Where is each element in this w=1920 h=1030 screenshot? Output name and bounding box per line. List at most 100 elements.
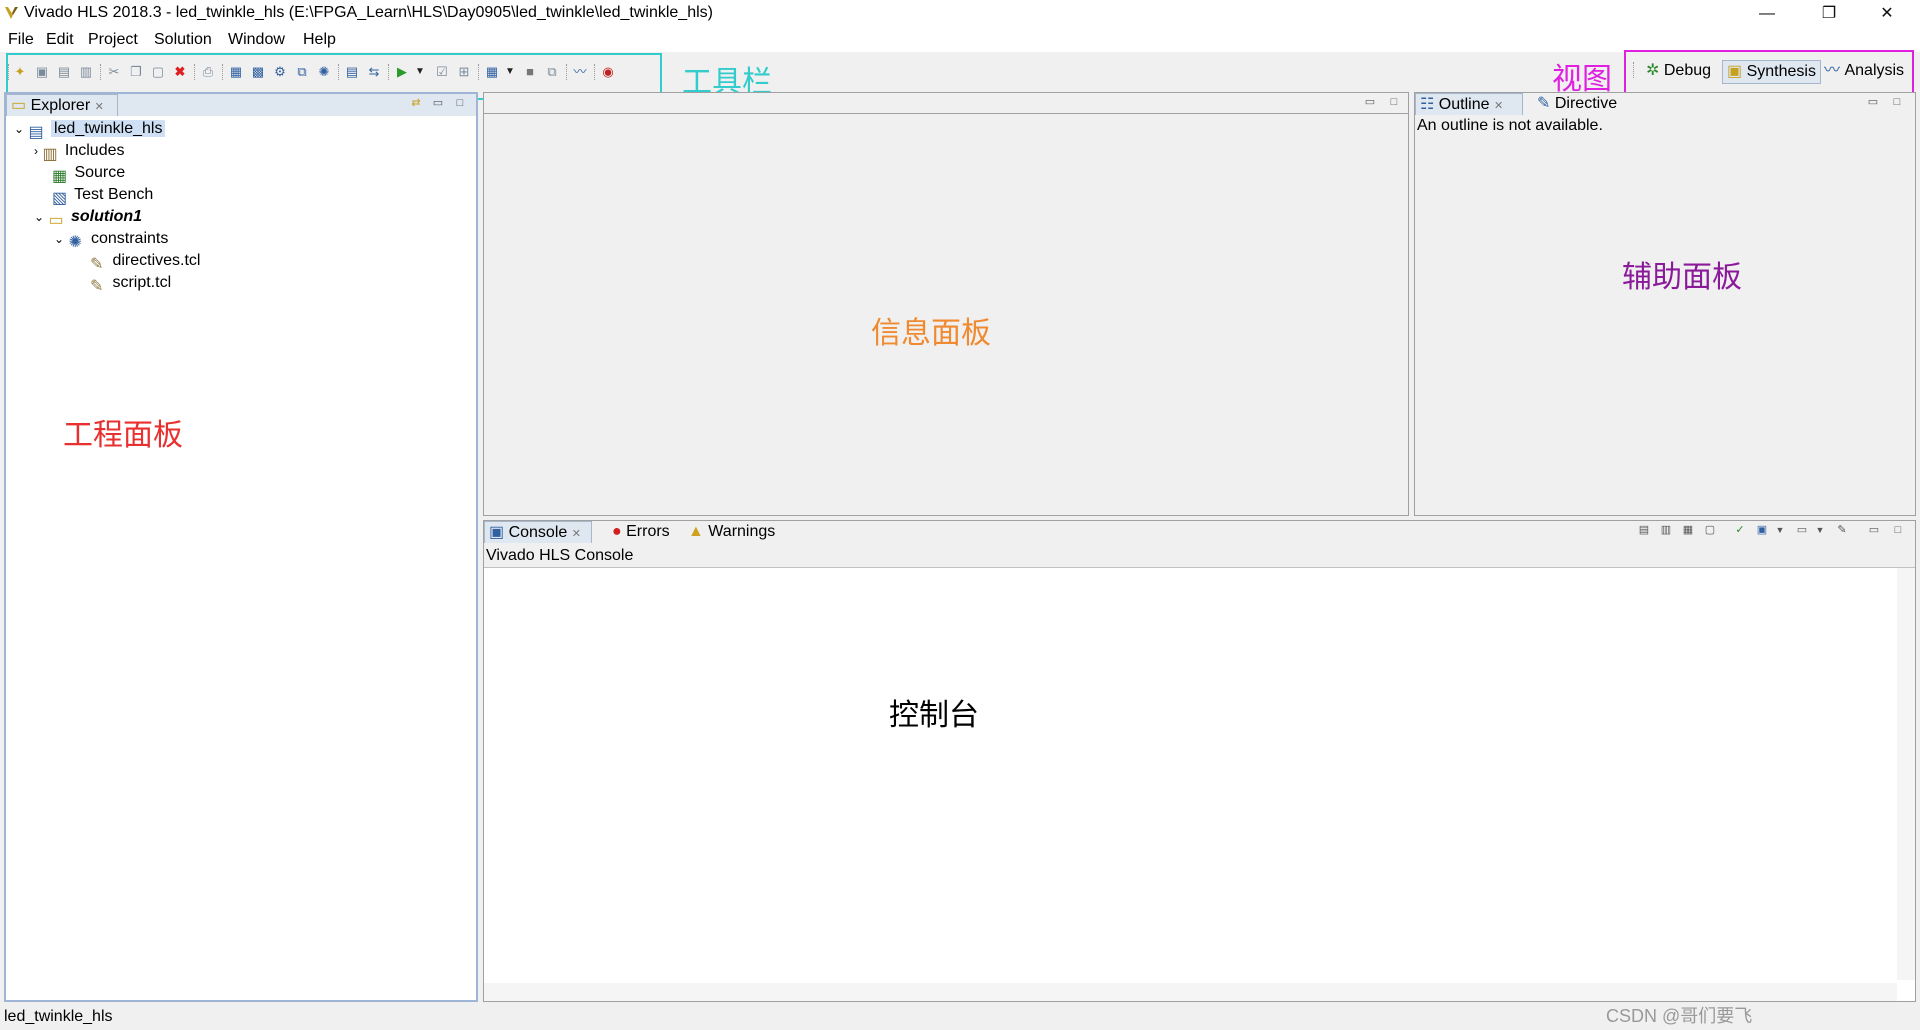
console-header: Vivado HLS Console <box>486 547 634 564</box>
outline-panel: ☷ Outline ✕ ✎ Directive ▭ □ An outline i… <box>1414 92 1916 516</box>
tab-outline[interactable]: ☷ Outline ✕ <box>1415 93 1523 115</box>
menu-file[interactable]: File <box>8 31 34 49</box>
minimize-panel-icon[interactable]: ▭ <box>1868 525 1880 536</box>
scroll-lock-icon[interactable]: ▥ <box>1660 525 1672 536</box>
status-bar: led_twinkle_hls CSDN @哥们要飞 <box>0 1006 1920 1030</box>
open-console-icon[interactable]: ▭ <box>1796 525 1808 536</box>
maximize-panel-icon[interactable]: □ <box>1891 97 1903 108</box>
warning-icon: ▲ <box>688 523 704 540</box>
outline-icon: ☷ <box>1420 96 1435 113</box>
perspective-synthesis-button[interactable]: ▣ Synthesis <box>1722 60 1821 84</box>
constraints-icon: ✺ <box>68 233 82 251</box>
info-annotation-label: 信息面板 <box>871 317 991 350</box>
tab-console-label: Console <box>508 524 568 541</box>
folder-icon: ▭ <box>11 97 27 114</box>
menu-help[interactable]: Help <box>303 31 336 49</box>
menu-project[interactable]: Project <box>88 31 138 49</box>
menu-solution[interactable]: Solution <box>154 31 212 49</box>
clear-console-icon[interactable]: ▤ <box>1638 525 1650 536</box>
vivado-logo-icon <box>5 7 18 19</box>
tab-close-icon[interactable]: ✕ <box>1494 100 1503 112</box>
pin-console-icon[interactable]: ✓ <box>1734 525 1746 536</box>
perspective-synthesis-label: Synthesis <box>1746 63 1816 80</box>
tree-row-source[interactable]: ▦ Source <box>52 162 126 185</box>
info-panel: ▭ □ <box>483 92 1409 516</box>
word-wrap-icon[interactable]: ▦ <box>1682 525 1694 536</box>
collapse-icon[interactable]: ⌄ <box>14 122 24 136</box>
tree-row-includes[interactable]: › ▥ Includes <box>34 140 125 163</box>
perspective-debug-button[interactable]: ✲ Debug <box>1642 60 1715 84</box>
tree-solution-label: solution1 <box>70 208 143 225</box>
tree-directives-label: directives.tcl <box>112 252 201 269</box>
tab-explorer-label: Explorer <box>30 97 91 114</box>
includes-icon: ▥ <box>42 145 58 163</box>
console-output[interactable] <box>484 567 1915 1001</box>
tree-row-directives[interactable]: ✎ directives.tcl <box>90 250 201 273</box>
minimize-panel-icon[interactable]: ▭ <box>1364 97 1376 108</box>
maximize-panel-icon[interactable]: □ <box>1892 525 1904 536</box>
menu-bar: File Edit Project Solution Window Help <box>0 28 1920 52</box>
menu-edit[interactable]: Edit <box>46 31 74 49</box>
source-folder-icon: ▦ <box>52 167 68 185</box>
tcl-file-icon: ✎ <box>90 277 104 295</box>
collapse-icon[interactable]: ⌄ <box>34 210 44 224</box>
maximize-panel-icon[interactable]: □ <box>1388 97 1400 108</box>
sync-icon[interactable]: ⇄ <box>410 98 422 109</box>
tree-row-test-bench[interactable]: ▧ Test Bench <box>52 184 154 207</box>
tree-row-script[interactable]: ✎ script.tcl <box>90 272 172 295</box>
tab-directive-label: Directive <box>1554 95 1618 112</box>
minimize-button[interactable]: — <box>1744 0 1790 28</box>
tree-row-solution[interactable]: ⌄ ▭ solution1 <box>34 206 143 229</box>
tab-warnings[interactable]: ▲ Warnings <box>684 521 780 543</box>
maximize-panel-icon[interactable]: □ <box>454 98 466 109</box>
display-console-dropdown-icon[interactable]: ▼ <box>1774 525 1786 535</box>
eraser-icon[interactable]: ✎ <box>1836 525 1848 536</box>
menu-window[interactable]: Window <box>228 31 285 49</box>
tab-outline-label: Outline <box>1438 96 1490 113</box>
tab-close-icon[interactable]: ✕ <box>572 528 581 540</box>
vertical-scrollbar[interactable] <box>1897 568 1915 980</box>
minimize-panel-icon[interactable]: ▭ <box>1867 97 1879 108</box>
show-console-icon[interactable]: ▢ <box>1704 525 1716 536</box>
tcl-file-icon: ✎ <box>90 255 104 273</box>
debug-icon: ✲ <box>1646 62 1660 79</box>
tab-close-icon[interactable]: ✕ <box>95 101 104 113</box>
analysis-icon: 〰 <box>1824 62 1841 79</box>
tree-row-project[interactable]: ⌄ ▤ led_twinkle_hls <box>14 118 166 141</box>
console-annotation-label: 控制台 <box>889 699 979 732</box>
tree-source-label: Source <box>74 164 126 181</box>
collapse-icon[interactable]: ⌄ <box>54 232 64 246</box>
tab-directive[interactable]: ✎ Directive <box>1533 93 1639 115</box>
minimize-panel-icon[interactable]: ▭ <box>432 98 444 109</box>
outline-message: An outline is not available. <box>1417 117 1603 134</box>
open-console-dropdown-icon[interactable]: ▼ <box>1814 525 1826 535</box>
tab-errors-label: Errors <box>626 523 670 540</box>
perspective-analysis-label: Analysis <box>1844 62 1905 79</box>
maximize-button[interactable]: ❐ <box>1806 0 1852 28</box>
tree-project-label: led_twinkle_hls <box>50 120 166 137</box>
synthesis-icon: ▣ <box>1727 63 1743 80</box>
tab-errors[interactable]: ● Errors <box>608 521 680 543</box>
outline-tab-strip: ☷ Outline ✕ ✎ Directive ▭ □ <box>1415 93 1915 115</box>
console-tab-strip: ▣ Console ✕ ● Errors ▲ Warnings ▤ ▥ ▦ ▢ … <box>484 521 1915 543</box>
console-icon: ▣ <box>489 524 505 541</box>
watermark: CSDN @哥们要飞 <box>1606 1006 1753 1026</box>
tree-constraints-label: constraints <box>90 230 169 247</box>
tree-includes-label: Includes <box>64 142 125 159</box>
tree-script-label: script.tcl <box>112 274 172 291</box>
perspective-analysis-button[interactable]: 〰 Analysis <box>1820 60 1908 84</box>
display-console-icon[interactable]: ▣ <box>1756 525 1768 536</box>
horizontal-scrollbar[interactable] <box>484 983 1897 1001</box>
test-bench-icon: ▧ <box>52 189 68 207</box>
tab-explorer[interactable]: ▭ Explorer ✕ <box>6 94 118 116</box>
close-button[interactable]: ✕ <box>1864 0 1910 28</box>
perspective-debug-label: Debug <box>1663 62 1712 79</box>
tree-row-constraints[interactable]: ⌄ ✺ constraints <box>54 228 169 251</box>
tab-warnings-label: Warnings <box>708 523 776 540</box>
tab-console[interactable]: ▣ Console ✕ <box>484 521 592 543</box>
project-icon: ▤ <box>28 123 44 141</box>
tree-test-bench-label: Test Bench <box>74 186 154 203</box>
explorer-panel: ▭ Explorer ✕ ⇄ ▭ □ ⌄ ▤ led_twinkle_hls ›… <box>4 92 478 1002</box>
status-selection: led_twinkle_hls <box>4 1008 113 1025</box>
expand-icon[interactable]: › <box>34 144 38 158</box>
